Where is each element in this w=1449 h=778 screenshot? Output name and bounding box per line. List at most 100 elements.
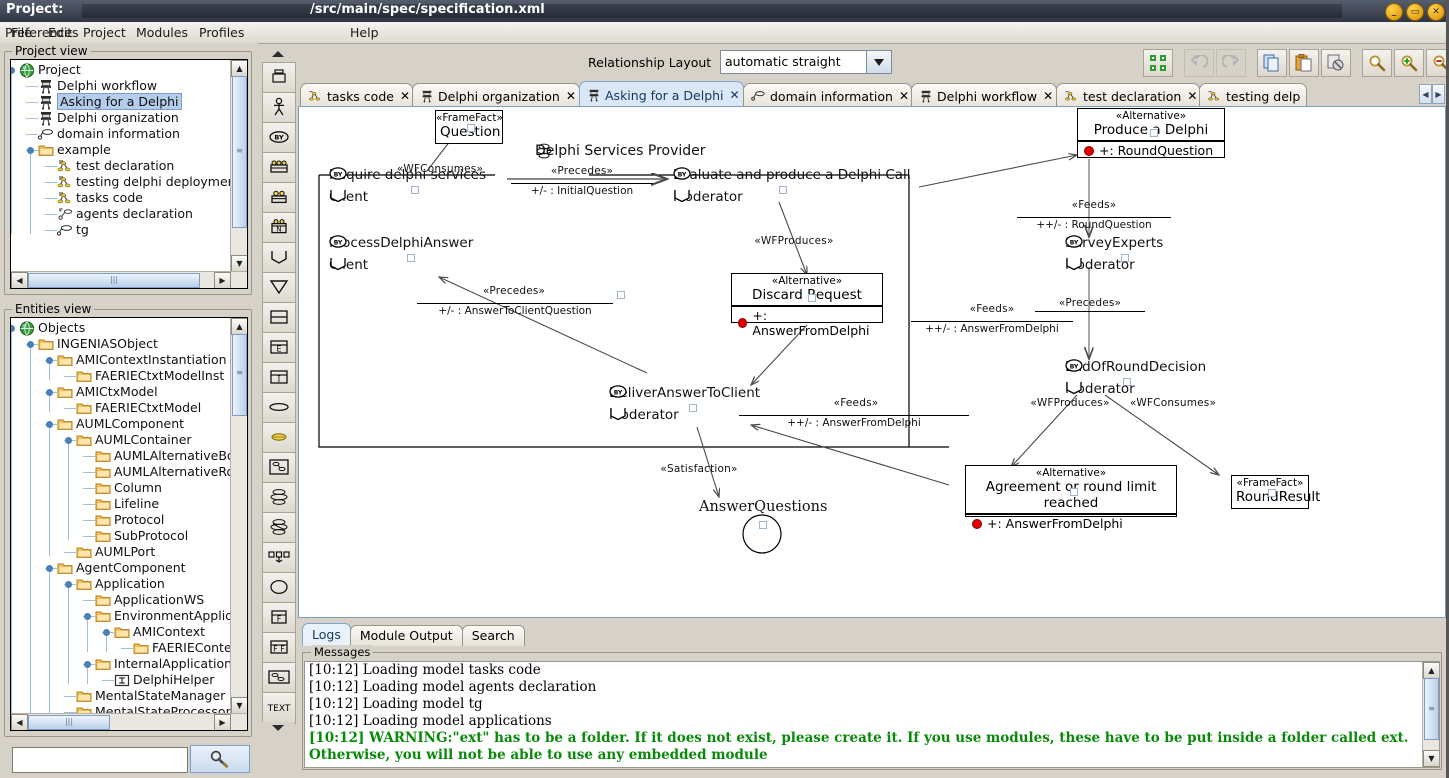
- box-produce-a-delphi[interactable]: «Alternative» Produce a Delphi +: RoundQ…: [1077, 108, 1225, 158]
- palette-tool-text[interactable]: TEXT: [262, 692, 296, 724]
- goal-answer-questions[interactable]: AnswerQuestions: [699, 499, 827, 515]
- box-question[interactable]: «FrameFact» Question: [435, 110, 503, 144]
- tab-close-icon[interactable]: ✕: [1187, 89, 1197, 103]
- task-evaluate-produce-call[interactable]: BY Evaluate and produce a Delphi Call Mo…: [673, 167, 911, 205]
- project-tree-content[interactable]: Project Delphi workflow Asking for a Delph…: [11, 60, 231, 272]
- search-input[interactable]: [12, 747, 188, 773]
- zoom-icon[interactable]: [1362, 49, 1392, 77]
- menu-item-modules[interactable]: Modules: [131, 25, 193, 40]
- edge-label-precedes-answertoclient[interactable]: «Precedes»: [459, 285, 569, 297]
- entities-tree-item[interactable]: ApplicationWS: [11, 592, 231, 608]
- palette-tool-frame-ff[interactable]: F F: [262, 632, 296, 664]
- copy-icon[interactable]: [1257, 49, 1287, 77]
- edge-label-satisfaction[interactable]: «Satisfaction»: [639, 463, 759, 475]
- selection-handle[interactable]: [689, 404, 697, 412]
- project-tree-item[interactable]: tasks code: [11, 190, 231, 206]
- selection-handle[interactable]: [411, 186, 419, 194]
- palette-tool-circle[interactable]: [262, 572, 296, 604]
- entities-tree-item[interactable]: FAERIECtxtModel: [11, 400, 231, 416]
- editor-tab-testing-delp[interactable]: testing delp: [1199, 83, 1307, 108]
- scroll-right-button[interactable]: ▶: [214, 714, 231, 730]
- entities-tree-item[interactable]: Lifeline: [11, 496, 231, 512]
- redo-icon[interactable]: [1216, 49, 1246, 77]
- palette-tool-role[interactable]: BY: [262, 122, 296, 154]
- editor-tab-test-declaration[interactable]: test declaration ✕: [1056, 83, 1200, 108]
- entities-tree-item[interactable]: SubProtocol: [11, 528, 231, 544]
- palette-tool-deployment[interactable]: [262, 542, 296, 574]
- entities-tree-vscrollbar[interactable]: ▲ ≡ ▼: [230, 318, 247, 714]
- arrange-icon[interactable]: [1143, 49, 1173, 77]
- project-tree[interactable]: Project Delphi workflow Asking for a Delph…: [10, 59, 248, 289]
- scroll-up-button[interactable]: ▲: [1423, 662, 1439, 679]
- editor-tab-delphi-organization[interactable]: Delphi organization ✕: [412, 83, 580, 108]
- tab-scroll-right-button[interactable]: ▶: [1432, 84, 1445, 104]
- vscroll-thumb[interactable]: ≡: [232, 76, 247, 228]
- task-deliver-answer-to-client[interactable]: BY DeliverAnswerToClient Moderator: [609, 385, 760, 423]
- palette-tool-workflow-a[interactable]: [262, 452, 296, 484]
- diagram-canvas[interactable]: «FrameFact» Question «Alternative» Produ…: [299, 107, 1445, 617]
- project-tree-item[interactable]: Delphi workflow: [11, 78, 231, 94]
- selection-handle[interactable]: [407, 254, 415, 262]
- vscroll-thumb[interactable]: ≡: [232, 334, 247, 416]
- box-agreement[interactable]: «Alternative» Agreement or round limit r…: [965, 465, 1177, 531]
- palette-tool-scroll-up[interactable]: [262, 48, 294, 62]
- palette-tool-goal[interactable]: [262, 272, 296, 304]
- entities-tree-item[interactable]: DelphiHelper: [11, 672, 231, 688]
- menu-item-preferences[interactable]: Preferences: [0, 25, 84, 40]
- tab-scroll-controls[interactable]: ◀ ▶: [1419, 84, 1445, 104]
- hscroll-thumb[interactable]: |||: [28, 715, 110, 730]
- edge-role-feeds-roundquestion[interactable]: ++/- : RoundQuestion: [1017, 217, 1171, 231]
- editor-tab-domain-information[interactable]: domain information ✕: [743, 83, 912, 108]
- entities-tree-item[interactable]: AUMLAlternativeRow: [11, 464, 231, 480]
- minimize-button[interactable]: _: [1385, 3, 1403, 21]
- entities-tree[interactable]: Objects INGENIASObject AMIContextInstantia…: [10, 317, 248, 731]
- tab-close-icon[interactable]: ✕: [730, 88, 740, 102]
- project-tree-item[interactable]: testing delphi deploymen: [11, 174, 231, 190]
- edge-role-precedes-initialquestion[interactable]: +/- : InitialQuestion: [511, 183, 653, 197]
- selection-handle[interactable]: [467, 124, 475, 132]
- palette-tool-event[interactable]: E: [262, 332, 296, 364]
- project-tree-hscrollbar[interactable]: ◀ ||| ▶: [11, 271, 247, 288]
- project-tree-item[interactable]: Project: [11, 62, 231, 78]
- scroll-up-button[interactable]: ▲: [231, 60, 247, 77]
- entities-tree-item[interactable]: AMIContextInstantiation: [11, 352, 231, 368]
- edge-role-feeds-agreement[interactable]: ++/- : AnswerFromDelphi: [739, 415, 969, 429]
- project-tree-item[interactable]: Asking for a Delphi: [11, 93, 231, 110]
- menu-item-project[interactable]: Project: [78, 25, 131, 40]
- entities-tree-item[interactable]: AUMLContainer: [11, 432, 231, 448]
- edge-role-precedes-answertoclient[interactable]: +/- : AnswerToClientQuestion: [417, 303, 613, 317]
- palette-tool-scroll-down[interactable]: [262, 722, 294, 736]
- edge-label-feeds-roundquestion[interactable]: «Feeds»: [1039, 199, 1149, 211]
- zoom-in-icon[interactable]: [1394, 49, 1424, 77]
- editor-tab-strip[interactable]: tasks code ✕ Delphi organization ✕ Asking fo…: [298, 80, 1420, 108]
- tab-scroll-left-button[interactable]: ◀: [1419, 84, 1432, 104]
- palette-tool-interaction[interactable]: I: [262, 362, 296, 394]
- scroll-up-button[interactable]: ▲: [231, 318, 247, 335]
- selection-handle[interactable]: [617, 291, 625, 299]
- project-tree-item[interactable]: example: [11, 142, 231, 158]
- edge-label-precedes-survey-end[interactable]: «Precedes»: [1035, 297, 1145, 312]
- selection-handle[interactable]: [1150, 129, 1158, 137]
- palette-tool-frame-f[interactable]: F: [262, 602, 296, 634]
- undo-icon[interactable]: [1184, 49, 1214, 77]
- task-survey-experts[interactable]: BY SurveyExperts Moderator: [1065, 235, 1163, 273]
- log-tab-logs[interactable]: Logs: [302, 623, 351, 646]
- palette-tool-diagram[interactable]: [262, 662, 296, 694]
- project-tree-item[interactable]: tg: [11, 222, 231, 238]
- entities-tree-hscrollbar[interactable]: ◀ ||| ▶: [11, 713, 247, 730]
- palette-tool-workflow-b[interactable]: [262, 482, 296, 514]
- edge-role-feeds-discard[interactable]: ++/- : AnswerFromDelphi: [911, 321, 1073, 335]
- messages-area[interactable]: [10:12] Loading model tasks code [10:12] …: [304, 661, 1440, 768]
- task-process-delphi-answer[interactable]: BY ProcessDelphiAnswer Client: [329, 235, 473, 273]
- search-button[interactable]: [190, 745, 250, 773]
- palette-tool-state[interactable]: [262, 392, 296, 424]
- entities-tree-content[interactable]: Objects INGENIASObject AMIContextInstantia…: [11, 318, 231, 714]
- selection-handle[interactable]: [1268, 489, 1276, 497]
- entities-tree-item[interactable]: AgentComponent: [11, 560, 231, 576]
- scroll-left-button[interactable]: ◀: [11, 714, 28, 730]
- palette-tool-role-goal[interactable]: [262, 242, 296, 274]
- tab-close-icon[interactable]: ✕: [899, 89, 909, 103]
- entities-tree-item[interactable]: InternalApplication: [11, 656, 231, 672]
- scroll-left-button[interactable]: ◀: [11, 272, 28, 288]
- project-tree-item[interactable]: test declaration: [11, 158, 231, 174]
